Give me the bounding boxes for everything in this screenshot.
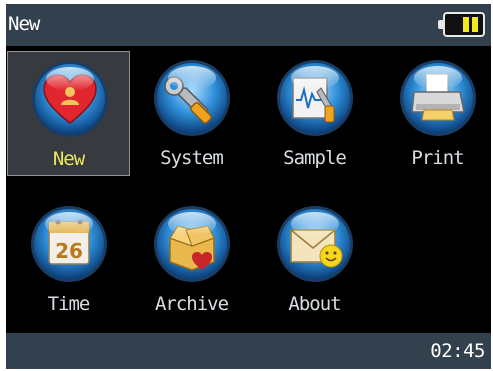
wrench-icon: [154, 60, 230, 136]
clock-time: 02:45: [430, 340, 485, 362]
app-label-system: System: [160, 147, 224, 169]
title-bar: New: [6, 4, 491, 46]
app-label-archive: Archive: [154, 293, 229, 315]
app-system[interactable]: System: [130, 51, 253, 176]
device-screen: New New System Sample Print 26 Time Arch…: [6, 4, 491, 369]
app-label-print: Print: [411, 147, 464, 169]
sample-tools-icon: [277, 60, 353, 136]
app-grid: New System Sample Print 26 Time Archive …: [6, 46, 491, 333]
screen-title: New: [8, 13, 40, 35]
app-about[interactable]: About: [253, 197, 376, 322]
battery-icon: [438, 12, 485, 37]
app-label-new: New: [52, 148, 85, 170]
app-label-sample: Sample: [283, 147, 347, 169]
status-bar: 02:45: [6, 333, 491, 369]
printer-icon: [400, 60, 476, 136]
app-label-about: About: [288, 293, 341, 315]
calendar-day: 26: [55, 239, 83, 263]
app-label-time: Time: [47, 293, 91, 315]
calendar-icon: 26: [31, 206, 107, 282]
envelope-smiley-icon: [277, 206, 353, 282]
app-print[interactable]: Print: [376, 51, 491, 176]
app-sample[interactable]: Sample: [253, 51, 376, 176]
archive-box-icon: [154, 206, 230, 282]
app-new[interactable]: New: [7, 51, 130, 176]
new-heart-icon: [32, 61, 108, 137]
app-archive[interactable]: Archive: [130, 197, 253, 322]
app-time[interactable]: 26 Time: [7, 197, 130, 322]
